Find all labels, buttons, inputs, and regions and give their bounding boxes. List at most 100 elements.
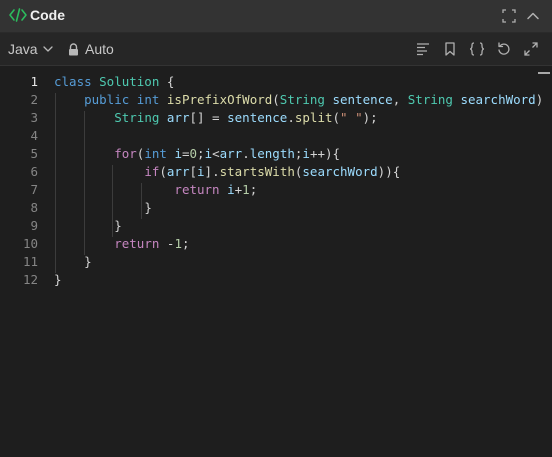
language-label: Java — [8, 41, 38, 57]
code-token: int — [144, 146, 175, 161]
expand-icon[interactable] — [500, 7, 518, 25]
code-token: ( — [332, 110, 341, 125]
code-panel: Code Java Auto 1 class Solution {2 publ… — [0, 0, 552, 457]
code-text: return i+1; — [54, 181, 257, 199]
code-token: startsWith — [219, 164, 295, 179]
code-token: } — [84, 254, 92, 269]
code-token: i — [302, 146, 310, 161]
chevron-down-icon — [42, 45, 53, 53]
code-line[interactable]: 3 String arr[] = sentence.split(" "); — [0, 109, 540, 127]
line-number: 12 — [22, 272, 38, 287]
code-text: for(int i=0;i<arr.length;i++){ — [54, 145, 340, 163]
code-token: return — [114, 236, 167, 251]
language-select[interactable]: Java — [8, 41, 53, 57]
code-token: ( — [159, 164, 167, 179]
line-number: 1 — [30, 74, 38, 89]
code-token: i — [174, 146, 182, 161]
code-token: } — [54, 272, 62, 287]
code-token: i — [197, 164, 205, 179]
braces-icon[interactable] — [468, 40, 486, 58]
code-token: isPrefixOfWord — [166, 92, 273, 107]
code-editor[interactable]: 1 class Solution {2 public int isPrefixOf… — [0, 66, 552, 457]
code-token: int — [136, 92, 167, 107]
code-token: ( — [272, 92, 280, 107]
code-token: . — [287, 110, 295, 125]
auto-mode-label: Auto — [85, 41, 114, 57]
code-token: Solution — [99, 74, 167, 89]
code-text: } — [54, 199, 152, 217]
code-token: < — [212, 146, 220, 161]
editor-toolbar: Java Auto — [0, 33, 552, 66]
code-token: 0 — [189, 146, 198, 161]
code-line[interactable]: 10 return -1; — [0, 235, 540, 253]
panel-title: Code — [30, 7, 65, 23]
panel-title-group: Code — [8, 7, 65, 23]
code-line[interactable]: 1 class Solution { — [0, 73, 540, 91]
line-number: 6 — [30, 164, 38, 179]
code-token: ; — [197, 146, 205, 161]
reset-icon[interactable] — [495, 40, 513, 58]
code-token: arr — [166, 110, 190, 125]
line-number: 3 — [30, 110, 38, 125]
code-token: i — [227, 182, 235, 197]
code-line[interactable]: 4 — [0, 127, 540, 145]
code-token: return — [174, 182, 228, 197]
code-token: ) { — [535, 92, 552, 107]
code-token: 1 — [174, 236, 182, 251]
code-token: arr — [219, 146, 243, 161]
code-line[interactable]: 12} — [0, 271, 540, 289]
format-icon[interactable] — [414, 40, 432, 58]
panel-window-controls — [494, 7, 542, 25]
line-number: 8 — [30, 200, 38, 215]
code-token: sentence — [332, 92, 393, 107]
code-token: sentence — [227, 110, 288, 125]
collapse-icon[interactable] — [524, 7, 542, 25]
code-text: return -1; — [54, 235, 190, 253]
code-token: length — [249, 146, 295, 161]
code-token: String — [407, 92, 461, 107]
fullscreen-icon[interactable] — [522, 40, 540, 58]
code-token: public — [84, 92, 137, 107]
line-number: 10 — [22, 236, 38, 251]
code-token: split — [294, 110, 333, 125]
code-text: String arr[] = sentence.split(" "); — [54, 109, 378, 127]
code-token: } — [114, 218, 122, 233]
code-token: String — [279, 92, 333, 107]
auto-mode-toggle[interactable]: Auto — [68, 41, 114, 57]
line-number: 5 — [30, 146, 38, 161]
code-token: arr — [166, 164, 190, 179]
code-text: class Solution { — [54, 73, 174, 91]
code-token: . — [242, 146, 250, 161]
code-line[interactable]: 9 } — [0, 217, 540, 235]
code-token: , — [392, 92, 408, 107]
line-number: 9 — [30, 218, 38, 233]
code-token: } — [144, 200, 152, 215]
panel-header: Code — [0, 0, 552, 33]
code-line[interactable]: 8 } — [0, 199, 540, 217]
code-line[interactable]: 11 } — [0, 253, 540, 271]
code-token: ); — [362, 110, 378, 125]
line-number: 4 — [30, 128, 38, 143]
code-line[interactable]: 2 public int isPrefixOfWord(String sente… — [0, 91, 552, 109]
code-token: [] = — [189, 110, 228, 125]
code-token: i — [204, 146, 213, 161]
code-token: ; — [181, 236, 190, 251]
toolbar-actions — [405, 40, 540, 58]
code-line[interactable]: 5 for(int i=0;i<arr.length;i++){ — [0, 145, 540, 163]
code-token: " " — [340, 110, 363, 125]
code-line[interactable]: 6 if(arr[i].startsWith(searchWord)){ — [0, 163, 540, 181]
code-text: } — [54, 217, 122, 235]
code-text: public int isPrefixOfWord(String sentenc… — [54, 91, 552, 109]
code-token: searchWord — [460, 92, 536, 107]
code-token: )){ — [377, 164, 401, 179]
code-line[interactable]: 7 return i+1; — [0, 181, 540, 199]
bookmark-icon[interactable] — [441, 40, 459, 58]
code-token: ++){ — [309, 146, 341, 161]
